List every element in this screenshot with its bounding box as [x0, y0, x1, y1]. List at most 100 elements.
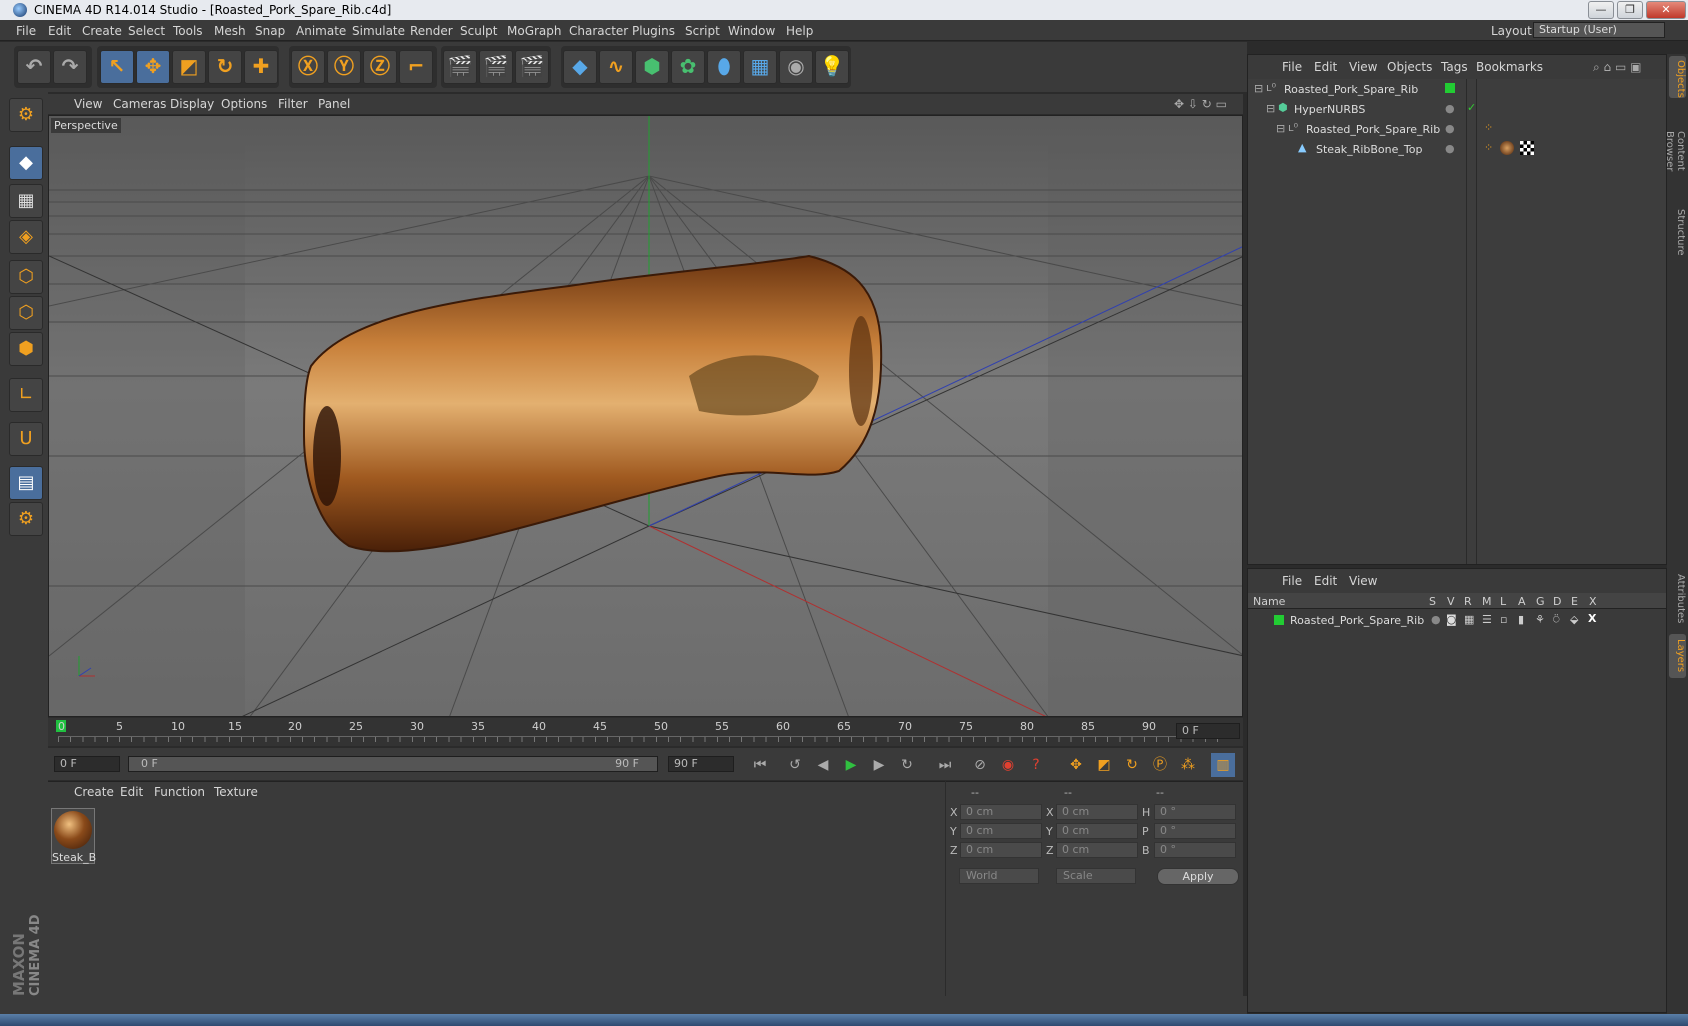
object-row[interactable]: ⊟ ⬢ HyperNURBS ● ✓ — [1248, 99, 1666, 119]
scale-tool-icon[interactable]: ◩ — [172, 50, 206, 84]
material-swatch[interactable]: Steak_B — [51, 808, 96, 864]
previous-key-icon[interactable]: ↺ — [783, 753, 807, 777]
spare-rib-model[interactable] — [302, 254, 883, 553]
object-row[interactable]: ⊟ ʟ⁰ Roasted_Pork_Spare_Rib ● ⁘ — [1248, 119, 1666, 139]
end-frame-field[interactable]: 90 F — [668, 756, 734, 772]
nurbs-icon[interactable]: ⬢ — [635, 50, 669, 84]
menu-simulate[interactable]: Simulate — [352, 24, 405, 38]
object-menu-objects[interactable]: Objects — [1387, 60, 1432, 74]
tab-objects[interactable]: Objects — [1669, 56, 1686, 98]
key-scale-icon[interactable]: ◩ — [1092, 753, 1116, 777]
coordinate-system-icon[interactable]: ⌐ — [399, 50, 433, 84]
rotation-b-field[interactable]: 0 ° — [1154, 842, 1236, 858]
material-menu-function[interactable]: Function — [154, 785, 205, 799]
object-menu-tags[interactable]: Tags — [1441, 60, 1468, 74]
layer-deformers-icon[interactable]: ⍥ — [1553, 613, 1560, 627]
camera-icon[interactable]: ◉ — [779, 50, 813, 84]
layer-color-swatch[interactable] — [1445, 83, 1455, 93]
material-menu-texture[interactable]: Texture — [214, 785, 258, 799]
tab-structure[interactable]: Structure — [1669, 204, 1686, 260]
redo-icon[interactable]: ↷ — [53, 50, 87, 84]
layer-lock-icon[interactable]: ▫ — [1500, 613, 1507, 626]
size-z-field[interactable]: 0 cm — [1056, 842, 1138, 858]
layer-generators-icon[interactable]: ⚘ — [1535, 613, 1545, 626]
key-rotation-icon[interactable]: ↻ — [1120, 753, 1144, 777]
x-axis-lock-icon[interactable]: Ⓧ — [291, 50, 325, 84]
layer-menu-view[interactable]: View — [1349, 574, 1377, 588]
go-to-start-icon[interactable]: ⏮ — [748, 753, 772, 777]
viewport-menu-cameras[interactable]: Cameras — [113, 97, 166, 111]
menu-render[interactable]: Render — [410, 24, 453, 38]
key-position-icon[interactable]: ✥ — [1064, 753, 1088, 777]
object-manager-search-icon[interactable]: ⌕ ⌂ ▭ ▣ — [1593, 60, 1641, 75]
polygons-mode-icon[interactable]: ⬢ — [9, 332, 43, 366]
undo-icon[interactable]: ↶ — [17, 50, 51, 84]
tab-attributes[interactable]: Attributes — [1669, 570, 1686, 628]
size-mode-dropdown[interactable]: Scale — [1056, 868, 1136, 884]
layer-render-icon[interactable]: ▦ — [1464, 613, 1474, 626]
timeline-ruler[interactable]: 0 5 10 15 20 25 30 35 40 45 50 55 60 65 … — [48, 718, 1243, 746]
coordinate-system-dropdown[interactable]: World — [959, 868, 1039, 884]
layer-menu-edit[interactable]: Edit — [1314, 574, 1337, 588]
previous-frame-icon[interactable]: ◀ — [811, 753, 835, 777]
visibility-dot-icon[interactable]: ● — [1445, 122, 1455, 135]
menu-file[interactable]: File — [16, 24, 36, 38]
preview-range-slider[interactable]: 0 F 90 F — [128, 756, 658, 772]
spline-icon[interactable]: ∿ — [599, 50, 633, 84]
viewport-menu-display[interactable]: Display — [170, 97, 214, 111]
current-frame-field[interactable]: 0 F — [1176, 723, 1240, 739]
next-frame-icon[interactable]: ▶ — [867, 753, 891, 777]
menu-mesh[interactable]: Mesh — [214, 24, 246, 38]
layer-row[interactable]: Roasted_Pork_Spare_Rib ● ◙ ▦ ☰ ▫ ▮ ⚘ ⍥ ⬙… — [1248, 611, 1666, 631]
viewport-menu-panel[interactable]: Panel — [318, 97, 350, 111]
visibility-dot-icon[interactable]: ● — [1445, 142, 1455, 155]
menu-edit[interactable]: Edit — [48, 24, 71, 38]
position-y-field[interactable]: 0 cm — [960, 823, 1042, 839]
viewport-menu-options[interactable]: Options — [221, 97, 267, 111]
render-settings-icon[interactable]: 🎬 — [515, 50, 549, 84]
minimize-button[interactable]: — — [1588, 1, 1614, 19]
menu-plugins[interactable]: Plugins — [632, 24, 675, 38]
object-row[interactable]: ▲ Steak_RibBone_Top ● ⁘ — [1248, 139, 1666, 159]
autokey-icon[interactable]: ⊘ — [968, 753, 992, 777]
maximize-button[interactable]: ❐ — [1617, 1, 1643, 19]
visibility-dot-icon[interactable]: ● — [1445, 102, 1455, 115]
object-row[interactable]: ⊟ ʟ⁰ Roasted_Pork_Spare_Rib — [1248, 79, 1666, 99]
phong-tag-icon[interactable]: ⁘ — [1484, 141, 1493, 154]
key-parameter-icon[interactable]: Ⓟ — [1148, 753, 1172, 777]
menu-create[interactable]: Create — [82, 24, 122, 38]
tag-icon[interactable]: ⁘ — [1484, 121, 1493, 134]
tab-content-browser[interactable]: Content Browser — [1664, 106, 1686, 196]
viewport-menu-view[interactable]: View — [74, 97, 102, 111]
timeline-window-icon[interactable]: ▥ — [1211, 753, 1235, 777]
menu-snap[interactable]: Snap — [255, 24, 285, 38]
texture-mode-icon[interactable]: ▦ — [9, 184, 43, 218]
start-frame-field[interactable]: 0 F — [54, 756, 120, 772]
object-menu-view[interactable]: View — [1349, 60, 1377, 74]
perspective-viewport[interactable]: Perspective — [48, 115, 1243, 717]
render-picture-viewer-icon[interactable]: 🎬 — [479, 50, 513, 84]
floor-environment-icon[interactable]: ▦ — [743, 50, 777, 84]
z-axis-lock-icon[interactable]: Ⓩ — [363, 50, 397, 84]
select-arrow-icon[interactable]: ↖ — [100, 50, 134, 84]
material-tag-icon[interactable] — [1500, 141, 1514, 155]
edges-mode-icon[interactable]: ⬡ — [9, 296, 43, 330]
material-menu-edit[interactable]: Edit — [120, 785, 143, 799]
object-menu-bookmarks[interactable]: Bookmarks — [1476, 60, 1543, 74]
position-z-field[interactable]: 0 cm — [960, 842, 1042, 858]
material-menu-create[interactable]: Create — [74, 785, 114, 799]
deformer-icon[interactable]: ⬮ — [707, 50, 741, 84]
apply-button[interactable]: Apply — [1157, 868, 1239, 885]
object-menu-file[interactable]: File — [1282, 60, 1302, 74]
position-x-field[interactable]: 0 cm — [960, 804, 1042, 820]
layer-animation-icon[interactable]: ▮ — [1518, 613, 1524, 626]
mograph-cloner-icon[interactable]: ✿ — [671, 50, 705, 84]
record-icon[interactable]: ◉ — [996, 753, 1020, 777]
viewport-nav-icons[interactable]: ✥ ⇩ ↻ ▭ — [1174, 97, 1227, 111]
render-view-icon[interactable]: 🎬 — [443, 50, 477, 84]
layer-menu-file[interactable]: File — [1282, 574, 1302, 588]
model-mode-icon[interactable]: ◆ — [9, 146, 43, 180]
tab-layers[interactable]: Layers — [1669, 634, 1686, 678]
close-button[interactable]: ✕ — [1646, 1, 1686, 19]
collapse-icon[interactable]: ⊟ — [1254, 82, 1263, 95]
